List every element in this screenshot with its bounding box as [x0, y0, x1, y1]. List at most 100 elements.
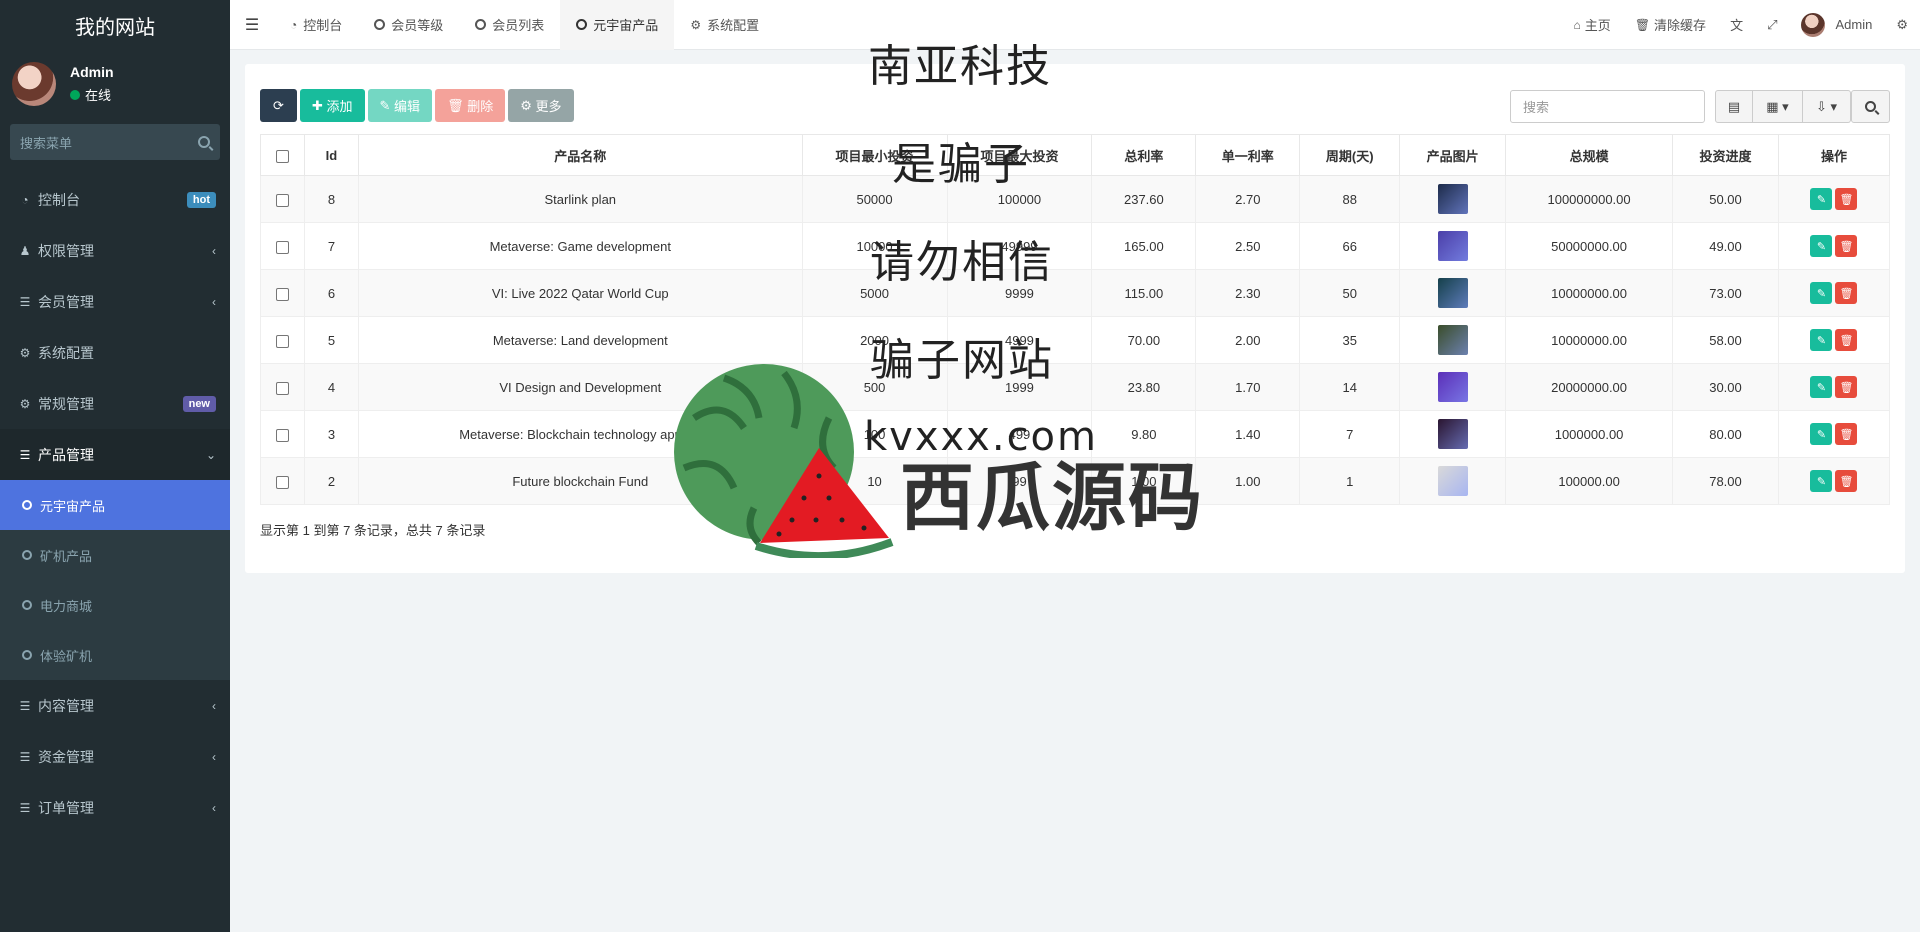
cell-cycle: 35 [1299, 316, 1401, 364]
columns-dropdown-icon[interactable]: ▦ ▾ [1753, 90, 1803, 123]
row-edit-button[interactable]: ✎ [1810, 329, 1833, 351]
sidebar-item-general[interactable]: ⚙ 常规管理 new [0, 378, 230, 429]
add-button[interactable]: ✚ 添加 [300, 89, 365, 122]
tab-metaverse-products[interactable]: 元宇宙产品 [560, 0, 675, 50]
sidebar-subitem-power-mall[interactable]: 电力商城 [0, 580, 230, 630]
row-delete-button[interactable]: 🗑 [1835, 423, 1858, 445]
fullscreen-icon[interactable]: ⤢ [1755, 0, 1789, 50]
clear-cache-button[interactable]: 🗑 清除缓存 [1623, 0, 1718, 50]
row-checkbox[interactable] [260, 175, 305, 223]
tab-system-config[interactable]: ⚙ 系统配置 [674, 0, 775, 50]
sidebar-subitem-miner-products[interactable]: 矿机产品 [0, 530, 230, 580]
sidebar-item-funds[interactable]: ☰ 资金管理 ‹ [0, 731, 230, 782]
row-checkbox[interactable] [260, 410, 305, 458]
sidebar-item-label: 资金管理 [38, 748, 94, 765]
sidebar-item-content[interactable]: ☰ 内容管理 ‹ [0, 680, 230, 731]
product-thumbnail[interactable] [1437, 419, 1468, 449]
table-row[interactable]: 7 Metaverse: Game development 10000 49999 16… [260, 222, 1891, 270]
product-thumbnail[interactable] [1437, 372, 1468, 402]
sidebar-item-permissions[interactable]: ♟ 权限管理 ‹ [0, 225, 230, 276]
checkbox[interactable] [275, 334, 289, 348]
table-row[interactable]: 8 Starlink plan 50000 100000 237.60 2.70 88 100… [260, 175, 1891, 223]
row-checkbox[interactable] [260, 222, 305, 270]
column-header[interactable]: 总规模 [1505, 134, 1674, 176]
more-button[interactable]: ⚙ 更多 [508, 89, 574, 122]
row-delete-button[interactable]: 🗑 [1835, 470, 1858, 492]
column-header[interactable]: 总利率 [1091, 134, 1197, 176]
cell-single-rate: 1.40 [1195, 410, 1301, 458]
row-edit-button[interactable]: ✎ [1810, 376, 1833, 398]
row-checkbox[interactable] [260, 363, 305, 411]
row-edit-button[interactable]: ✎ [1810, 423, 1833, 445]
checkbox[interactable] [275, 381, 289, 395]
column-header[interactable]: 投资进度 [1672, 134, 1779, 176]
user-menu[interactable]: Admin [1789, 0, 1884, 50]
column-header[interactable]: Id [303, 134, 359, 176]
row-delete-button[interactable]: 🗑 [1835, 376, 1858, 398]
table-search-input[interactable]: 搜索 [1510, 90, 1705, 123]
chevron-left-icon: ‹ [212, 294, 216, 309]
tab-dashboard[interactable]: ◔ 控制台 [274, 0, 358, 50]
tab-member-levels[interactable]: 会员等级 [358, 0, 459, 50]
column-header[interactable]: 单一利率 [1195, 134, 1301, 176]
column-header[interactable]: 周期(天) [1299, 134, 1401, 176]
sidebar-item-members[interactable]: ☰ 会员管理 ‹ [0, 276, 230, 327]
sidebar-item-products[interactable]: ☰ 产品管理 ⌄ [0, 429, 230, 480]
row-delete-button[interactable]: 🗑 [1835, 282, 1858, 304]
chevron-left-icon: ‹ [212, 698, 216, 713]
product-thumbnail[interactable] [1437, 278, 1468, 308]
row-edit-button[interactable]: ✎ [1810, 188, 1833, 210]
menu-toggle-icon[interactable]: ☰ [230, 0, 274, 50]
export-dropdown-icon[interactable]: ⇩ ▾ [1803, 90, 1851, 123]
row-delete-button[interactable]: 🗑 [1835, 188, 1858, 210]
checkbox[interactable] [275, 149, 289, 163]
table-row[interactable]: 6 VI: Live 2022 Qatar World Cup 5000 9999 11… [260, 269, 1891, 317]
row-delete-button[interactable]: 🗑 [1835, 329, 1858, 351]
edit-button[interactable]: ✎ 编辑 [367, 89, 433, 122]
sidebar-item-system-config[interactable]: ⚙ 系统配置 [0, 327, 230, 378]
cell-image [1399, 316, 1507, 364]
column-header[interactable]: 产品名称 [357, 134, 803, 176]
site-brand[interactable]: 我的网站 [0, 0, 230, 50]
row-edit-button[interactable]: ✎ [1810, 470, 1833, 492]
refresh-button[interactable]: ⟳ [260, 89, 297, 122]
checkbox[interactable] [275, 428, 289, 442]
search-button[interactable] [1851, 90, 1890, 123]
product-thumbnail[interactable] [1437, 466, 1468, 496]
row-checkbox[interactable] [260, 457, 305, 505]
row-edit-button[interactable]: ✎ [1810, 282, 1833, 304]
sidebar-item-orders[interactable]: ☰ 订单管理 ‹ [0, 782, 230, 833]
cell-id: 2 [303, 457, 359, 505]
settings-gear-icon[interactable]: ⚙ [1884, 0, 1920, 50]
sidebar-subitem-trial-miner[interactable]: 体验矿机 [0, 630, 230, 680]
sidebar-subitem-metaverse-products[interactable]: 元宇宙产品 [0, 480, 230, 530]
sidebar-item-dashboard[interactable]: ◔ 控制台 hot [0, 174, 230, 225]
cell-cycle: 7 [1299, 410, 1401, 458]
checkbox[interactable] [275, 287, 289, 301]
row-checkbox[interactable] [260, 269, 305, 317]
table-row[interactable]: 4 VI Design and Development 500 1999 23.80 1.… [260, 363, 1891, 411]
tab-member-list[interactable]: 会员列表 [459, 0, 560, 50]
cell-total-rate: 70.00 [1091, 316, 1197, 364]
product-thumbnail[interactable] [1437, 231, 1468, 261]
select-all-checkbox[interactable] [260, 134, 305, 176]
checkbox[interactable] [275, 475, 289, 489]
column-header[interactable]: 产品图片 [1399, 134, 1507, 176]
translate-icon[interactable]: 文 [1718, 0, 1755, 50]
cell-total-rate: 165.00 [1091, 222, 1197, 270]
user-status: 在线 [70, 85, 114, 104]
row-delete-button[interactable]: 🗑 [1835, 235, 1858, 257]
checkbox[interactable] [275, 193, 289, 207]
product-thumbnail[interactable] [1437, 325, 1468, 355]
row-checkbox[interactable] [260, 316, 305, 364]
home-link[interactable]: ⌂ 主页 [1562, 0, 1623, 50]
toggle-view-icon[interactable]: ▤ [1715, 90, 1753, 123]
product-thumbnail[interactable] [1437, 184, 1468, 214]
circle-icon [22, 600, 32, 610]
table-row[interactable]: 5 Metaverse: Land development 2000 4999 70.0… [260, 316, 1891, 364]
menu-search-input[interactable]: 搜索菜单 [10, 124, 220, 160]
delete-button[interactable]: 🗑 删除 [435, 89, 506, 122]
sidebar-item-label: 系统配置 [38, 344, 94, 361]
row-edit-button[interactable]: ✎ [1810, 235, 1833, 257]
checkbox[interactable] [275, 240, 289, 254]
